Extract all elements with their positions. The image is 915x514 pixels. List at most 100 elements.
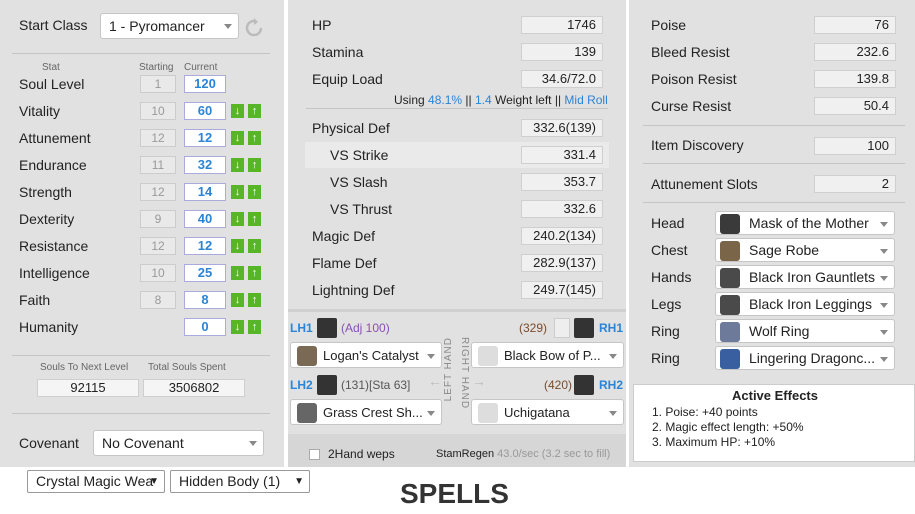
crystal-magic-select[interactable]: Crystal Magic Wea ▼ bbox=[27, 470, 165, 493]
stat-current[interactable]: 40 bbox=[184, 210, 226, 228]
right-hand-text: RIGHT HAND bbox=[459, 337, 470, 410]
rh2-weapon-select[interactable]: Uchigatana bbox=[471, 399, 624, 425]
def-label: Physical Def bbox=[312, 120, 390, 136]
stat-starting: 10 bbox=[140, 102, 176, 120]
stat-value: 34.6/72.0 bbox=[521, 70, 603, 88]
def-label: Magic Def bbox=[312, 228, 376, 244]
increase-arrow-icon[interactable]: ↑ bbox=[248, 293, 261, 307]
increase-arrow-icon[interactable]: ↑ bbox=[248, 266, 261, 280]
start-class-label: Start Class bbox=[19, 17, 88, 33]
def-label: VS Slash bbox=[330, 174, 388, 190]
decrease-arrow-icon[interactable]: ↓ bbox=[231, 185, 244, 199]
rh1-num: (329) bbox=[519, 321, 548, 335]
increase-arrow-icon[interactable]: ↑ bbox=[248, 239, 261, 253]
def-label: Lightning Def bbox=[312, 282, 395, 298]
attunement-slots-value: 2 bbox=[814, 175, 896, 193]
helmet-icon bbox=[720, 214, 740, 234]
decrease-arrow-icon[interactable]: ↓ bbox=[231, 158, 244, 172]
increase-arrow-icon[interactable]: ↑ bbox=[248, 212, 261, 226]
item-discovery-value: 100 bbox=[814, 137, 896, 155]
resist-value: 139.8 bbox=[814, 70, 896, 88]
sword-icon bbox=[478, 403, 498, 423]
decrease-arrow-icon[interactable]: ↓ bbox=[231, 104, 244, 118]
two-hand-checkbox[interactable] bbox=[309, 449, 320, 460]
divider bbox=[643, 125, 905, 126]
equip-select[interactable]: Lingering Dragonc... bbox=[715, 346, 895, 370]
stat-starting: 8 bbox=[140, 291, 176, 309]
arrow-right-icon: → bbox=[472, 373, 486, 389]
equip-select[interactable]: Wolf Ring bbox=[715, 319, 895, 343]
def-value: 240.2(134) bbox=[521, 227, 603, 245]
stat-starting: 12 bbox=[140, 129, 176, 147]
equip-select[interactable]: Sage Robe bbox=[715, 238, 895, 262]
def-label: VS Strike bbox=[330, 147, 389, 163]
reset-icon[interactable] bbox=[244, 18, 264, 38]
stat-starting: 12 bbox=[140, 237, 176, 255]
rh2-num: (420) bbox=[544, 378, 573, 392]
two-hand-label: 2Hand weps bbox=[328, 447, 395, 461]
stat-current[interactable]: 14 bbox=[184, 183, 226, 201]
spells-title: SPELLS bbox=[400, 478, 509, 509]
decrease-arrow-icon[interactable]: ↓ bbox=[231, 131, 244, 145]
equip-item-name: Wolf Ring bbox=[749, 323, 810, 339]
using-label: Using bbox=[394, 93, 425, 107]
divider bbox=[306, 108, 608, 109]
decrease-arrow-icon[interactable]: ↓ bbox=[231, 266, 244, 280]
middle-panel: HP 1746 Stamina 139 Equip Load 34.6/72.0 U… bbox=[288, 0, 626, 467]
equip-item-name: Sage Robe bbox=[749, 242, 820, 258]
resist-label: Bleed Resist bbox=[651, 44, 730, 60]
increase-arrow-icon[interactable]: ↑ bbox=[248, 158, 261, 172]
soul-level-label: Soul Level bbox=[19, 76, 85, 92]
equip-select[interactable]: Mask of the Mother bbox=[715, 211, 895, 235]
right-panel: Poise 76 Bleed Resist 232.6 Poison Resist … bbox=[629, 0, 915, 467]
lh1-weapon-select[interactable]: Logan's Catalyst bbox=[290, 342, 442, 368]
divider bbox=[12, 413, 270, 414]
increase-arrow-icon[interactable]: ↑ bbox=[248, 320, 261, 334]
increase-arrow-icon[interactable]: ↑ bbox=[248, 104, 261, 118]
stat-current[interactable]: 0 bbox=[184, 318, 226, 336]
left-hand-text: LEFT HAND bbox=[443, 337, 454, 402]
stat-current[interactable]: 25 bbox=[184, 264, 226, 282]
sword-icon bbox=[574, 375, 594, 395]
roll-type: Mid Roll bbox=[564, 93, 608, 107]
covenant-select[interactable]: No Covenant bbox=[93, 430, 264, 456]
increase-arrow-icon[interactable]: ↑ bbox=[248, 185, 261, 199]
resist-label: Curse Resist bbox=[651, 98, 732, 114]
lh1-adj: (Adj 100) bbox=[341, 321, 390, 335]
equip-select[interactable]: Black Iron Leggings bbox=[715, 292, 895, 316]
decrease-arrow-icon[interactable]: ↓ bbox=[231, 293, 244, 307]
arrow-left-icon: ← bbox=[428, 373, 442, 389]
active-effect-3: 3. Maximum HP: +10% bbox=[652, 435, 776, 449]
increase-arrow-icon[interactable]: ↑ bbox=[248, 131, 261, 145]
stat-current[interactable]: 12 bbox=[184, 129, 226, 147]
resist-value: 232.6 bbox=[814, 43, 896, 61]
covenant-label: Covenant bbox=[19, 435, 79, 451]
decrease-arrow-icon[interactable]: ↓ bbox=[231, 239, 244, 253]
souls-spent-label: Total Souls Spent bbox=[148, 362, 226, 373]
stat-current[interactable]: 12 bbox=[184, 237, 226, 255]
rh1-weapon-select[interactable]: Black Bow of P... bbox=[471, 342, 624, 368]
start-class-value: 1 - Pyromancer bbox=[109, 18, 205, 34]
def-value: 332.6(139) bbox=[521, 119, 603, 137]
separator: || bbox=[554, 93, 562, 107]
armor-icon bbox=[720, 241, 740, 261]
weight-left-label: Weight left bbox=[495, 93, 552, 107]
stat-current[interactable]: 32 bbox=[184, 156, 226, 174]
equip-select[interactable]: Black Iron Gauntlets bbox=[715, 265, 895, 289]
shield-icon bbox=[297, 403, 317, 423]
rh1-weapon-name: Black Bow of P... bbox=[504, 348, 601, 363]
stat-label: Intelligence bbox=[19, 265, 90, 281]
chevron-down-icon bbox=[249, 441, 257, 446]
equip-item-name: Lingering Dragonc... bbox=[749, 350, 876, 366]
stat-current[interactable]: 60 bbox=[184, 102, 226, 120]
active-effects-panel: Active Effects 1. Poise: +40 points 2. M… bbox=[633, 384, 915, 462]
lh2-weapon-select[interactable]: Grass Crest Sh... bbox=[290, 399, 442, 425]
stat-current[interactable]: 8 bbox=[184, 291, 226, 309]
equip-item-name: Black Iron Leggings bbox=[749, 296, 872, 312]
start-class-select[interactable]: 1 - Pyromancer bbox=[100, 13, 239, 39]
chevron-down-icon bbox=[427, 354, 435, 359]
hidden-body-select[interactable]: Hidden Body (1) ▼ bbox=[170, 470, 310, 493]
decrease-arrow-icon[interactable]: ↓ bbox=[231, 320, 244, 334]
chevron-down-icon bbox=[880, 276, 888, 281]
decrease-arrow-icon[interactable]: ↓ bbox=[231, 212, 244, 226]
